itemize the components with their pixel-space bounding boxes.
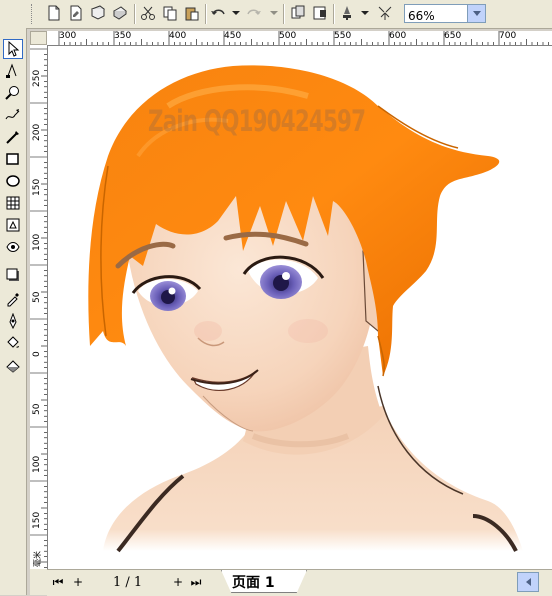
toolbar-separator	[134, 4, 136, 24]
page-navigator: ⏮ + 1 / 1 + ⏭ 页面 1	[47, 569, 552, 596]
ruler-label: 650	[444, 31, 462, 41]
toolbar-grip[interactable]	[31, 4, 36, 24]
new-icon[interactable]	[44, 3, 64, 23]
basic-shapes-icon[interactable]	[3, 215, 23, 235]
page-tab[interactable]: 页面 1	[221, 570, 307, 593]
page-counter: 1 / 1	[113, 575, 143, 590]
import-icon[interactable]	[288, 3, 308, 23]
last-page-icon[interactable]: ⏭	[189, 575, 203, 589]
page-tab-label: 页面 1	[232, 575, 275, 591]
print-icon[interactable]	[110, 3, 130, 23]
ruler-label: 350	[114, 31, 132, 41]
eyedropper-icon[interactable]	[3, 289, 23, 309]
undo-dropdown[interactable]	[232, 11, 240, 15]
ruler-label: 700	[499, 31, 517, 41]
launcher-dropdown[interactable]	[361, 11, 369, 15]
ruler-label: 200	[32, 123, 42, 141]
ruler-label: 0	[32, 351, 42, 357]
add-page-before-icon[interactable]: +	[71, 575, 85, 589]
horizontal-ruler[interactable]: 300 350 400 450 500 550 600 650 700	[47, 31, 552, 46]
fill-tool-icon[interactable]	[3, 333, 23, 353]
undo-icon[interactable]	[208, 3, 228, 23]
zoom-tool-icon[interactable]	[3, 83, 23, 103]
ruler-label: 500	[279, 31, 297, 41]
ruler-label: 150	[32, 178, 42, 196]
zoom-dropdown-button[interactable]	[467, 5, 485, 22]
copy-icon[interactable]	[160, 3, 180, 23]
ellipse-tool-icon[interactable]	[3, 171, 23, 191]
text-tool-icon[interactable]	[3, 237, 23, 257]
ruler-label: 600	[389, 31, 407, 41]
interactive-shadow-icon[interactable]	[3, 265, 23, 285]
zoom-level-combobox[interactable]	[404, 4, 486, 24]
standard-toolbar	[0, 0, 552, 29]
open-icon[interactable]	[66, 3, 86, 23]
toolbar-separator	[283, 4, 285, 24]
first-page-icon[interactable]: ⏮	[51, 575, 65, 589]
zoom-level-input[interactable]	[405, 8, 468, 24]
ruler-label: 400	[169, 31, 187, 41]
redo-icon[interactable]	[244, 3, 264, 23]
freehand-tool-icon[interactable]	[3, 105, 23, 125]
export-icon[interactable]	[310, 3, 330, 23]
redo-dropdown[interactable]	[270, 11, 278, 15]
polygon-tool-icon[interactable]	[3, 193, 23, 213]
pick-tool-icon[interactable]	[3, 39, 23, 59]
vertical-ruler[interactable]: 250 200 150 100 50 0 50 100 150 毫米	[30, 45, 48, 569]
ruler-label: 300	[59, 31, 77, 41]
add-page-after-icon[interactable]: +	[171, 575, 185, 589]
toolbar-separator	[205, 4, 207, 24]
ruler-label: 550	[334, 31, 352, 41]
ruler-origin-corner[interactable]	[30, 31, 47, 45]
ruler-label: 100	[32, 233, 42, 251]
status-corner	[30, 569, 47, 595]
watermark-text: Zain QQ190424597	[148, 104, 366, 138]
rectangle-tool-icon[interactable]	[3, 149, 23, 169]
application-launcher-icon[interactable]	[337, 3, 357, 23]
ruler-label: 50	[32, 291, 42, 303]
toolbox	[0, 28, 27, 595]
scroll-left-button[interactable]	[517, 572, 539, 592]
toolbar-separator	[333, 4, 335, 24]
shape-tool-icon[interactable]	[3, 61, 23, 81]
paste-icon[interactable]	[182, 3, 202, 23]
save-icon[interactable]	[88, 3, 108, 23]
cut-icon[interactable]	[138, 3, 158, 23]
ruler-label: 50	[32, 403, 42, 415]
ruler-label: 450	[224, 31, 242, 41]
ruler-label: 100	[32, 455, 42, 473]
ruler-unit-label: 毫米	[33, 551, 42, 567]
outline-tool-icon[interactable]	[3, 311, 23, 331]
smart-drawing-icon[interactable]	[3, 127, 23, 147]
ruler-label: 250	[32, 69, 42, 87]
drawing-canvas[interactable]: Zain QQ190424597	[48, 46, 552, 569]
welcome-icon[interactable]	[375, 3, 395, 23]
interactive-fill-icon[interactable]	[3, 355, 23, 375]
ruler-label: 150	[32, 511, 42, 529]
